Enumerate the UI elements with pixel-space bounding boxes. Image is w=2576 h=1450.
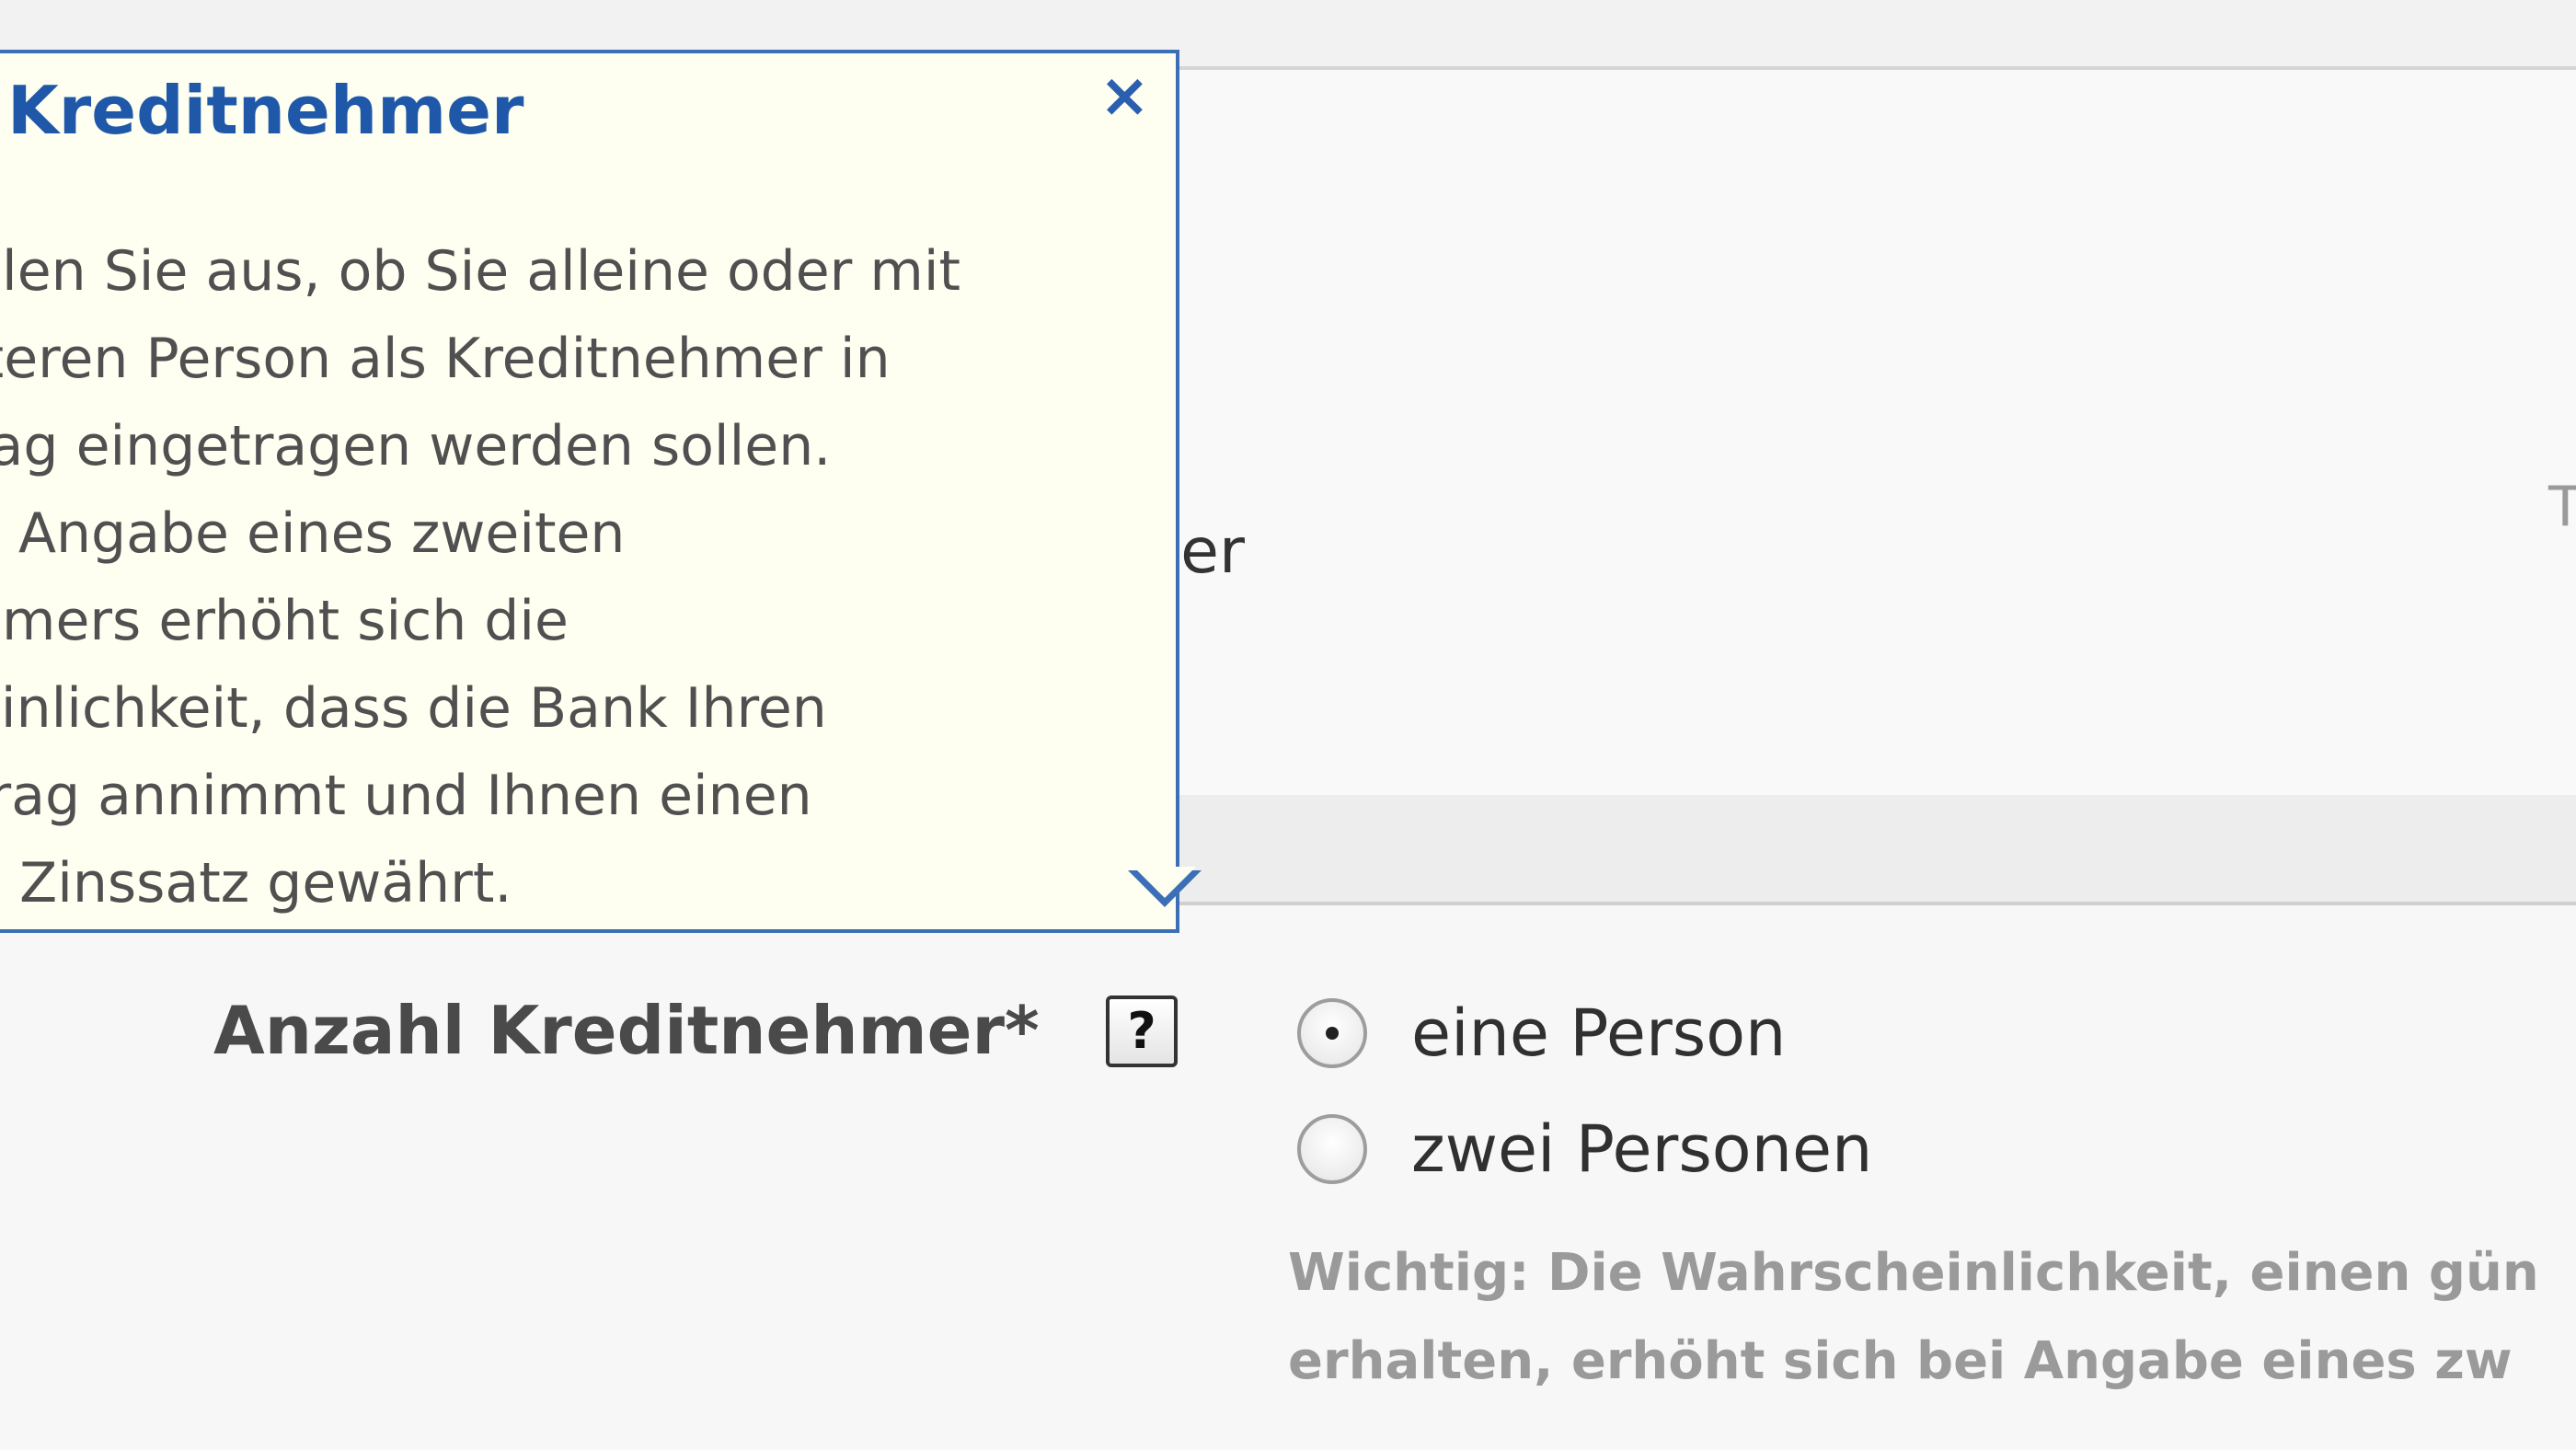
popup-text-line: hlen Sie aus, ob Sie alleine oder mit [0, 239, 961, 304]
popup-pointer-arrow-fill [1133, 867, 1196, 898]
note-line: Wichtig: Die Wahrscheinlichkeit, einen g… [1288, 1243, 2539, 1303]
close-icon[interactable]: × [1099, 59, 1150, 132]
clipped-edge-text: T [2548, 475, 2576, 539]
note-line: erhalten, erhöht sich bei Angabe eines z… [1288, 1331, 2513, 1391]
page: ber T × Kreditnehmer hlen Sie aus, ob Si… [0, 0, 2576, 1450]
radio-label[interactable]: zwei Personen [1411, 1111, 1872, 1187]
popup-text-line: trag annimmt und Ihnen einen [0, 764, 812, 828]
popup-text-line: e Angabe eines zweiten [0, 501, 626, 566]
popup-body: hlen Sie aus, ob Sie alleine oder mit it… [0, 228, 1146, 927]
radio-option-zwei-personen[interactable]: zwei Personen [1297, 1111, 1872, 1187]
popup-text-line: iteren Person als Kreditnehmer in [0, 327, 891, 391]
popup-text-line: n Zinssatz gewährt. [0, 851, 512, 915]
important-note: Wichtig: Die Wahrscheinlichkeit, einen g… [1288, 1229, 2576, 1406]
radio-label[interactable]: eine Person [1411, 995, 1786, 1071]
popup-text-line: hmers erhöht sich die [0, 589, 569, 653]
radio-button[interactable] [1297, 1114, 1367, 1184]
radio-option-eine-person[interactable]: eine Person [1297, 995, 1786, 1071]
radio-dot [1326, 1027, 1339, 1040]
radio-button-selected[interactable] [1297, 998, 1367, 1068]
help-icon[interactable]: ? [1106, 995, 1178, 1067]
popup-text-line: rag eingetragen werden sollen. [0, 414, 832, 478]
popup-title: Kreditnehmer [7, 72, 524, 149]
help-popup: × Kreditnehmer hlen Sie aus, ob Sie alle… [0, 50, 1179, 933]
field-label-anzahl-kreditnehmer: Anzahl Kreditnehmer* [213, 992, 1040, 1069]
popup-text-line: einlichkeit, dass die Bank Ihren [0, 676, 827, 741]
